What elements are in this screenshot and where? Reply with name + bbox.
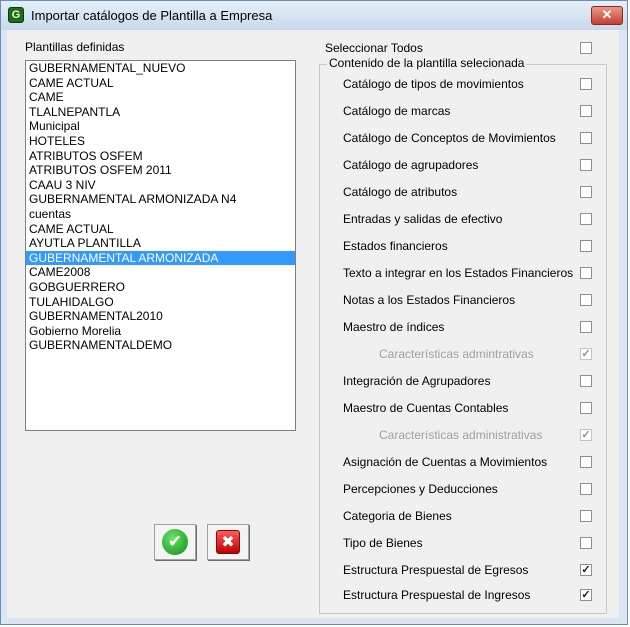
template-list-item[interactable]: TLALNEPANTLA bbox=[26, 105, 295, 120]
select-all-label: Seleccionar Todos bbox=[325, 41, 423, 55]
option-checkbox[interactable] bbox=[580, 321, 592, 333]
option-checkbox: ✓ bbox=[580, 429, 592, 441]
option-checkbox: ✓ bbox=[580, 348, 592, 360]
template-list-item[interactable]: Municipal bbox=[26, 119, 295, 134]
dialog-body: Plantillas definidas GUBERNAMENTAL_NUEVO… bbox=[7, 30, 619, 618]
template-list-item[interactable]: GUBERNAMENTALDEMO bbox=[26, 338, 295, 353]
cancel-button[interactable]: ✖ bbox=[207, 524, 249, 560]
option-label: Estructura Prespuestal de Egresos bbox=[343, 563, 529, 577]
option-checkbox[interactable] bbox=[580, 483, 592, 495]
option-checkbox[interactable] bbox=[580, 456, 592, 468]
title-bar[interactable]: G Importar catálogos de Plantilla a Empr… bbox=[1, 1, 627, 30]
option-label: Entradas y salidas de efectivo bbox=[343, 212, 503, 226]
option-checkbox[interactable] bbox=[580, 240, 592, 252]
template-list-item[interactable]: CAAU 3 NIV bbox=[26, 178, 295, 193]
template-list-item[interactable]: CAME bbox=[26, 90, 295, 105]
template-list-item[interactable]: AYUTLA PLANTILLA bbox=[26, 236, 295, 251]
option-label: Características admintrativas bbox=[379, 347, 534, 361]
option-checkbox[interactable] bbox=[580, 510, 592, 522]
check-icon: ✔ bbox=[162, 529, 188, 555]
option-label: Maestro de índices bbox=[343, 320, 445, 334]
template-list-item[interactable]: Gobierno Morelia bbox=[26, 324, 295, 339]
option-checkbox[interactable] bbox=[580, 132, 592, 144]
option-label: Integración de Agrupadores bbox=[343, 374, 491, 388]
close-icon: ✖ bbox=[216, 530, 240, 554]
app-logo-icon: G bbox=[8, 7, 24, 23]
option-label: Tipo de Bienes bbox=[343, 536, 423, 550]
option-label: Catálogo de agrupadores bbox=[343, 158, 479, 172]
option-label: Estructura Prespuestal de Ingresos bbox=[343, 588, 531, 602]
option-checkbox[interactable] bbox=[580, 294, 592, 306]
option-checkbox[interactable]: ✓ bbox=[580, 589, 592, 601]
option-label: Catálogo de Conceptos de Movimientos bbox=[343, 131, 556, 145]
option-label: Maestro de Cuentas Contables bbox=[343, 401, 509, 415]
templates-listbox[interactable]: GUBERNAMENTAL_NUEVO CAME ACTUAL CAME TLALNE… bbox=[25, 60, 296, 431]
window-title: Importar catálogos de Plantilla a Empres… bbox=[31, 8, 273, 23]
template-list-item[interactable]: CAME ACTUAL bbox=[26, 76, 295, 91]
template-list-item[interactable]: ATRIBUTOS OSFEM bbox=[26, 149, 295, 164]
option-checkbox[interactable] bbox=[580, 186, 592, 198]
template-list-item[interactable]: CAME2008 bbox=[26, 265, 295, 280]
option-checkbox[interactable] bbox=[580, 375, 592, 387]
option-label: Percepciones y Deducciones bbox=[343, 482, 498, 496]
option-label: Catálogo de atributos bbox=[343, 185, 458, 199]
template-list-item[interactable]: CAME ACTUAL bbox=[26, 222, 295, 237]
option-label: Notas a los Estados Financieros bbox=[343, 293, 516, 307]
option-checkbox[interactable] bbox=[580, 267, 592, 279]
template-list-item[interactable]: GUBERNAMENTAL ARMONIZADA N4 bbox=[26, 192, 295, 207]
option-checkbox[interactable]: ✓ bbox=[580, 564, 592, 576]
content-groupbox bbox=[319, 64, 607, 614]
option-label: Catálogo de marcas bbox=[343, 104, 451, 118]
template-list-item[interactable]: ATRIBUTOS OSFEM 2011 bbox=[26, 163, 295, 178]
option-checkbox[interactable] bbox=[580, 78, 592, 90]
close-button[interactable]: ✕ bbox=[591, 6, 623, 25]
template-list-item[interactable]: GUBERNAMENTAL2010 bbox=[26, 309, 295, 324]
template-list-item[interactable]: HOTELES bbox=[26, 134, 295, 149]
option-label: Catálogo de tipos de movimientos bbox=[343, 77, 524, 91]
template-list-item[interactable]: TULAHIDALGO bbox=[26, 295, 295, 310]
template-list-item[interactable]: GUBERNAMENTAL_NUEVO bbox=[26, 61, 295, 76]
option-label: Estados financieros bbox=[343, 239, 448, 253]
option-label: Asignación de Cuentas a Movimientos bbox=[343, 455, 548, 469]
option-checkbox[interactable] bbox=[580, 402, 592, 414]
option-checkbox[interactable] bbox=[580, 213, 592, 225]
template-list-item[interactable]: cuentas bbox=[26, 207, 295, 222]
option-checkbox[interactable] bbox=[580, 159, 592, 171]
import-catalogs-window: G Importar catálogos de Plantilla a Empr… bbox=[0, 0, 628, 625]
content-group-title: Contenido de la plantilla selecionada bbox=[327, 56, 527, 70]
ok-button[interactable]: ✔ bbox=[154, 524, 196, 560]
option-label: Texto a integrar en los Estados Financie… bbox=[343, 266, 574, 280]
templates-label: Plantillas definidas bbox=[25, 40, 125, 54]
option-checkbox[interactable] bbox=[580, 105, 592, 117]
select-all-checkbox[interactable] bbox=[580, 42, 592, 54]
option-checkbox[interactable] bbox=[580, 537, 592, 549]
template-list-item[interactable]: GOBGUERRERO bbox=[26, 280, 295, 295]
option-label: Categoria de Bienes bbox=[343, 509, 452, 523]
template-list-item[interactable]: GUBERNAMENTAL ARMONIZADA bbox=[26, 250, 295, 266]
option-label: Características administrativas bbox=[379, 428, 543, 442]
